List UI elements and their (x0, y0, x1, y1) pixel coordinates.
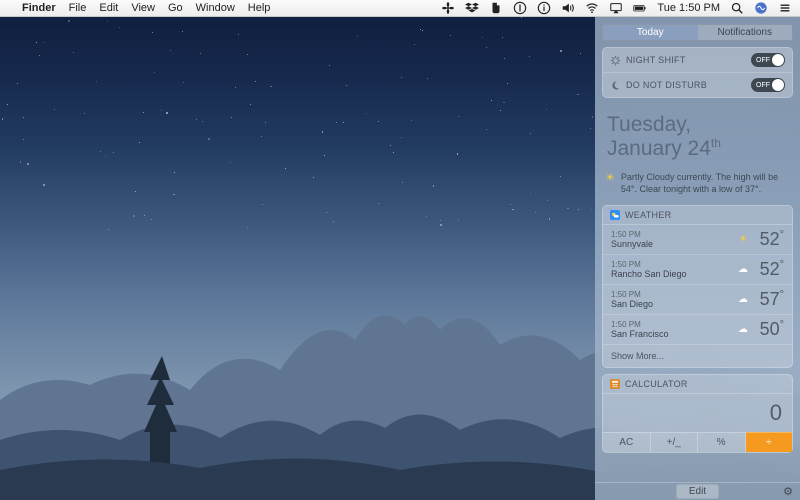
calculator-widget: CALCULATOR 0 AC +/_ % ÷ (602, 374, 793, 453)
battery-icon[interactable] (633, 1, 647, 15)
notification-center-panel: Today Notifications NIGHT SHIFT OFF DO N… (595, 17, 800, 500)
calc-key-sign[interactable]: +/_ (651, 432, 699, 452)
sun-icon: ☀ (605, 171, 615, 195)
weather-row[interactable]: 1:50 PMSan Diego ☁ 57° (603, 284, 792, 314)
date-line1: Tuesday, (607, 114, 788, 136)
menubar-clock[interactable]: Tue 1:50 PM (657, 2, 720, 14)
weather-row[interactable]: 1:50 PMRancho San Diego ☁ 52° (603, 254, 792, 284)
edit-button[interactable]: Edit (676, 484, 719, 499)
date-line2: January 24 (607, 137, 711, 160)
cloud-icon: ☁ (736, 294, 750, 305)
today-date: Tuesday, January 24th (595, 108, 800, 165)
night-shift-row: NIGHT SHIFT OFF (603, 48, 792, 72)
dnd-toggle[interactable]: OFF (751, 78, 785, 92)
cloud-icon: ☁ (736, 324, 750, 335)
notification-center-icon[interactable] (778, 1, 792, 15)
night-shift-label: NIGHT SHIFT (626, 55, 686, 65)
menu-go[interactable]: Go (168, 2, 183, 14)
spotlight-icon[interactable] (730, 1, 744, 15)
weather-summary-text: Partly Cloudy currently. The high will b… (621, 171, 790, 195)
tab-today[interactable]: Today (603, 25, 698, 40)
weather-rows: 1:50 PMSunnyvale ☀ 52° 1:50 PMRancho San… (603, 225, 792, 344)
menu-window[interactable]: Window (196, 2, 235, 14)
dnd-label: DO NOT DISTURB (626, 80, 707, 90)
sun-icon: ☀ (736, 234, 750, 245)
calculator-display: 0 (603, 394, 792, 432)
weather-show-more[interactable]: Show More... (603, 344, 792, 367)
weather-title: WEATHER (625, 210, 671, 220)
dropbox-icon[interactable] (465, 1, 479, 15)
weather-row[interactable]: 1:50 PMSunnyvale ☀ 52° (603, 225, 792, 254)
circle-i-icon[interactable] (537, 1, 551, 15)
menu-help[interactable]: Help (248, 2, 271, 14)
weather-summary: ☀ Partly Cloudy currently. The high will… (595, 165, 800, 205)
night-shift-toggle[interactable]: OFF (751, 53, 785, 67)
dnd-row: DO NOT DISTURB OFF (603, 72, 792, 97)
onepassword-icon[interactable] (513, 1, 527, 15)
menu-view[interactable]: View (131, 2, 155, 14)
calc-key-div[interactable]: ÷ (746, 432, 793, 452)
date-suffix: th (711, 136, 721, 150)
volume-icon[interactable] (561, 1, 575, 15)
wifi-icon[interactable] (585, 1, 599, 15)
weather-row[interactable]: 1:50 PMSan Francisco ☁ 50° (603, 314, 792, 344)
calculator-title: CALCULATOR (625, 379, 688, 389)
siri-icon[interactable] (754, 1, 768, 15)
quick-toggles: NIGHT SHIFT OFF DO NOT DISTURB OFF (602, 47, 793, 98)
cloud-icon: ☁ (736, 264, 750, 275)
weather-app-icon (610, 210, 620, 220)
moon-icon (610, 80, 621, 91)
nc-tabs: Today Notifications (602, 24, 793, 41)
menu-edit[interactable]: Edit (99, 2, 118, 14)
calc-key-ac[interactable]: AC (603, 432, 651, 452)
menu-file[interactable]: File (69, 2, 87, 14)
calc-key-pct[interactable]: % (698, 432, 746, 452)
weather-widget: WEATHER 1:50 PMSunnyvale ☀ 52° 1:50 PMRa… (602, 205, 793, 368)
gear-icon[interactable]: ⚙ (783, 485, 793, 498)
airplay-icon[interactable] (609, 1, 623, 15)
night-shift-icon (610, 55, 621, 66)
evernote-icon[interactable] (489, 1, 503, 15)
nc-footer: Edit ⚙ (595, 482, 800, 500)
tab-notifications[interactable]: Notifications (698, 25, 793, 40)
fan-icon[interactable] (441, 1, 455, 15)
menu-bar: Finder File Edit View Go Window Help Tue… (0, 0, 800, 17)
app-name[interactable]: Finder (22, 2, 56, 14)
calculator-app-icon (610, 379, 620, 389)
